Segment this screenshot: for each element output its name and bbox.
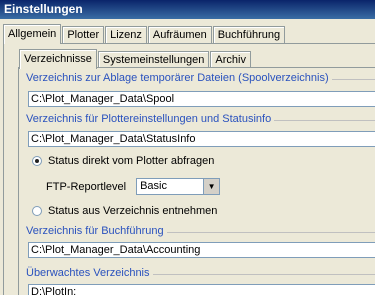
status-from-dir-label: Status aus Verzeichnis entnehmen bbox=[48, 205, 218, 217]
ftp-reportlevel-value: Basic bbox=[140, 180, 167, 192]
tab-buchfuehrung[interactable]: Buchführung bbox=[212, 26, 286, 43]
radio-selected-icon bbox=[32, 156, 42, 166]
tab-aufraeumen[interactable]: Aufräumen bbox=[147, 26, 212, 43]
ftp-reportlevel-row: FTP-Reportlevel Basic ▼ bbox=[46, 178, 221, 195]
sub-tab-bar: Verzeichnisse Systemeinstellungen Archiv bbox=[19, 48, 252, 69]
spool-group-label: Verzeichnis zur Ablage temporärer Dateie… bbox=[26, 72, 332, 84]
status-directory-field[interactable]: C:\Plot_Manager_Data\StatusInfo bbox=[28, 131, 375, 147]
dropdown-arrow-icon[interactable]: ▼ bbox=[203, 179, 220, 194]
status-from-dir-radio[interactable]: Status aus Verzeichnis entnehmen bbox=[32, 205, 217, 217]
radio-unselected-icon bbox=[32, 206, 42, 216]
status-direct-label: Status direkt vom Plotter abfragen bbox=[48, 155, 215, 167]
accounting-directory-field[interactable]: C:\Plot_Manager_Data\Accounting bbox=[28, 242, 375, 258]
spool-directory-field[interactable]: C:\Plot_Manager_Data\Spool bbox=[28, 91, 375, 107]
tab-systemeinstellungen[interactable]: Systemeinstellungen bbox=[97, 51, 210, 68]
main-tab-bar: Allgemein Plotter Lizenz Aufräumen Buchf… bbox=[3, 23, 286, 44]
status-direct-radio[interactable]: Status direkt vom Plotter abfragen bbox=[32, 155, 214, 167]
ftp-reportlevel-label: FTP-Reportlevel bbox=[46, 180, 127, 193]
tab-lizenz[interactable]: Lizenz bbox=[105, 26, 147, 43]
settings-window: Einstellungen Allgemein Plotter Lizenz A… bbox=[0, 0, 375, 295]
watched-group-label: Überwachtes Verzeichnis bbox=[26, 267, 153, 279]
window-title: Einstellungen bbox=[0, 0, 375, 19]
tab-verzeichnisse[interactable]: Verzeichnisse bbox=[19, 49, 97, 69]
tab-allgemein[interactable]: Allgemein bbox=[3, 24, 62, 44]
watched-directory-field[interactable]: D:\PlotIn: bbox=[28, 284, 375, 295]
tab-archiv[interactable]: Archiv bbox=[210, 51, 251, 68]
tab-plotter[interactable]: Plotter bbox=[62, 26, 105, 43]
status-group-label: Verzeichnis für Plottereinstellungen und… bbox=[26, 113, 275, 125]
accounting-group-label: Verzeichnis für Buchführung bbox=[26, 225, 167, 237]
ftp-reportlevel-select[interactable]: Basic ▼ bbox=[136, 178, 221, 195]
